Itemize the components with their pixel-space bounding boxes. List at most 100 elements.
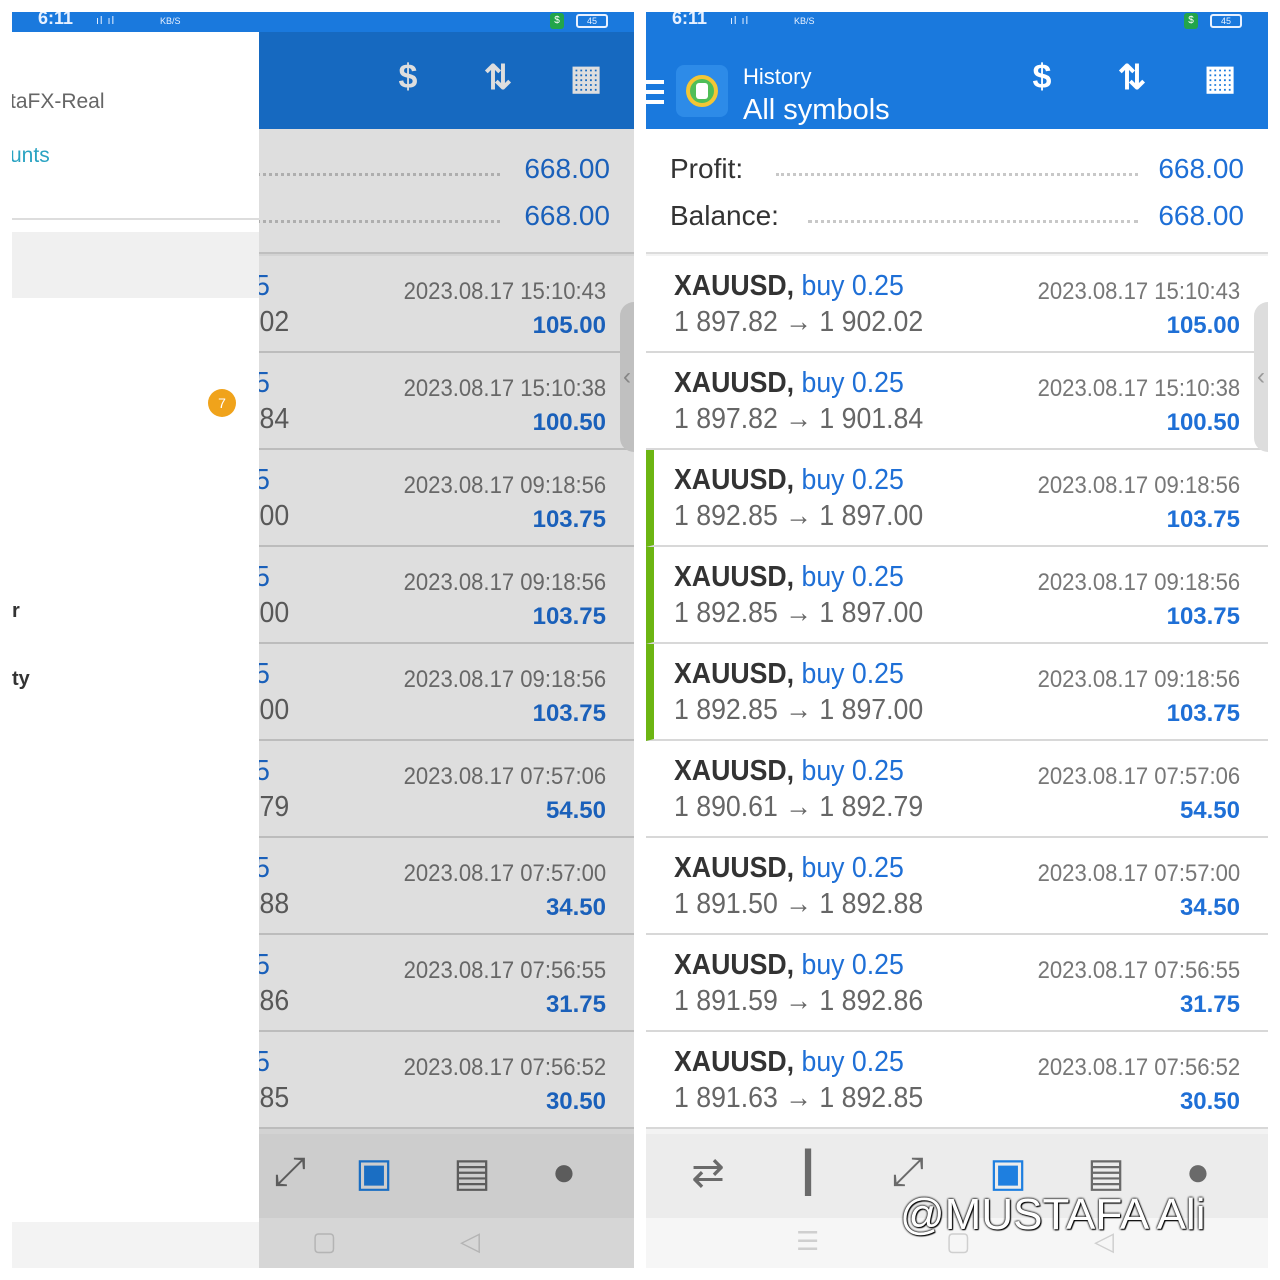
network-speed: KB/S [160, 16, 181, 26]
trade-profit: 100.50 [1166, 409, 1240, 436]
trade-prices: 1 890.61 → 1 892.79 [674, 791, 924, 823]
menu-icon[interactable] [646, 80, 664, 110]
edge-panel-handle[interactable]: ‹ [620, 302, 634, 452]
sort-icon[interactable]: ⇅ [1108, 58, 1156, 98]
trade-prices: 1 897.82 → 1 902.02 [674, 306, 924, 338]
trade-symbol: XAUUSD, buy 0.25 [674, 1046, 904, 1079]
trade-row[interactable]: XAUUSD, buy 0.251 890.61 → 1 892.792023.… [646, 741, 1268, 838]
trade-prices: 1 892.85 → 1 897.00 [259, 694, 290, 726]
left-phone-screenshot: $ ⇅ ▦ 668.00 668.00 XAUUSD, buy 0.25 1 89… [12, 12, 634, 1268]
trade-row[interactable]: XAUUSD, buy 0.25 1 892.85 → 1 897.00 2023.… [259, 450, 634, 547]
chat-icon[interactable]: ● [536, 1150, 592, 1202]
status-bar: 6:11 ıl ıl KB/S $ 45 [646, 12, 1268, 32]
symbol-name: XAUUSD, [674, 1046, 795, 1078]
trade-prices: 1 891.50 → 1 892.88 [259, 888, 290, 920]
trade-prices: 1 897.82 → 1 902.02 [259, 306, 290, 338]
trade-type: buy 0.25 [801, 658, 904, 690]
trade-profit: 31.75 [1179, 991, 1240, 1018]
drawer-item-label[interactable]: ty [12, 668, 30, 691]
trade-time: 2023.08.17 07:56:52 [403, 1054, 606, 1081]
trade-row[interactable]: XAUUSD, buy 0.251 891.63 → 1 892.852023.… [259, 1032, 634, 1129]
trade-row[interactable]: XAUUSD, buy 0.251 892.85 → 1 897.002023.… [259, 547, 634, 644]
trade-profit: 31.75 [545, 991, 606, 1018]
trade-time: 2023.08.17 09:18:56 [1037, 472, 1240, 499]
back-icon[interactable]: ◁ [460, 1226, 480, 1257]
trade-symbol: XAUUSD, buy 0.25 [674, 755, 904, 788]
trade-profit: 103.75 [1166, 603, 1240, 630]
trade-icon[interactable]: ⤢ [262, 1150, 318, 1202]
dot-leader [259, 220, 500, 223]
watermark-text: @MUSTAFA Ali [900, 1190, 1206, 1239]
trade-row[interactable]: XAUUSD, buy 0.251 897.82 → 1 902.022023.… [646, 256, 1268, 353]
trade-profit: 30.50 [545, 1088, 606, 1115]
trade-prices: 1 891.63 → 1 892.85 [674, 1082, 924, 1114]
dollar-exchange-icon[interactable]: $ [1018, 58, 1066, 97]
trade-time: 2023.08.17 09:18:56 [1037, 666, 1240, 693]
news-icon[interactable]: ▤ [444, 1150, 500, 1202]
trade-row[interactable]: XAUUSD, buy 0.251 891.50 → 1 892.882023.… [259, 838, 634, 935]
trade-time: 2023.08.17 09:18:56 [403, 569, 606, 596]
trade-row[interactable]: XAUUSD, buy 0.251 897.82 → 1 901.842023.… [646, 353, 1268, 450]
trade-row[interactable]: XAUUSD, buy 0.251 897.82 → 1 901.842023.… [259, 353, 634, 450]
trade-row[interactable]: XAUUSD, buy 0.251 891.59 → 1 892.862023.… [646, 935, 1268, 1032]
trade-row[interactable]: XAUUSD, buy 0.251 897.82 → 1 902.022023.… [259, 256, 634, 353]
dollar-exchange-icon[interactable]: $ [384, 58, 432, 97]
history-icon[interactable]: ▣ [346, 1150, 402, 1202]
trade-prices: 1 892.85 → 1 897.00 [259, 500, 290, 532]
trade-row[interactable]: XAUUSD, buy 0.251 891.50 → 1 892.882023.… [646, 838, 1268, 935]
trade-time: 2023.08.17 07:57:00 [1037, 860, 1240, 887]
calendar-icon[interactable]: ▦ [562, 58, 610, 98]
trade-row[interactable]: XAUUSD, buy 0.251 892.85 → 1 897.002023.… [646, 547, 1268, 644]
trade-time: 2023.08.17 15:10:43 [1037, 278, 1240, 305]
trade-profit: 34.50 [545, 894, 606, 921]
screen-title: History [743, 64, 812, 89]
dot-leader [776, 173, 1138, 176]
balance-row: Balance: 668.00 [670, 196, 1244, 236]
app-bar: $ ⇅ ▦ [259, 32, 634, 129]
trade-time: 2023.08.17 09:18:56 [403, 472, 606, 499]
trade-symbol: XAUUSD, buy 0.25 [259, 464, 270, 497]
trade-profit: 54.50 [1179, 797, 1240, 824]
menu-icon[interactable]: ☰ [796, 1226, 819, 1257]
trade-row[interactable]: XAUUSD, buy 0.251 892.85 → 1 897.002023.… [259, 644, 634, 741]
balance-label: Balance: [670, 200, 779, 231]
trade-profit: 100.50 [532, 409, 606, 436]
screenshot-collage: $ ⇅ ▦ 668.00 668.00 XAUUSD, buy 0.251 89… [0, 0, 1280, 1280]
trade-row[interactable]: XAUUSD, buy 0.251 892.85 → 1 897.002023.… [646, 450, 1268, 547]
trade-row[interactable]: XAUUSD, buy 0.251 892.85 → 1 897.002023.… [646, 644, 1268, 741]
network-speed: KB/S [794, 16, 815, 26]
trade-type: buy 0.25 [801, 949, 904, 981]
chart-icon[interactable]: ┃ [780, 1150, 836, 1202]
trade-type: buy 0.25 [801, 755, 904, 787]
profit-row: 668.00 [259, 149, 610, 189]
drawer-item-label[interactable]: r [12, 600, 20, 623]
drawer-selected-item[interactable] [12, 232, 259, 298]
trade-type: buy 0.25 [259, 1046, 270, 1078]
edge-panel-handle[interactable]: ‹ [1254, 302, 1268, 452]
symbol-filter[interactable]: All symbols [743, 94, 890, 127]
trade-time: 2023.08.17 09:18:56 [403, 666, 606, 693]
trade-prices: 1 897.82 → 1 901.84 [259, 403, 290, 435]
home-icon[interactable]: ▢ [312, 1226, 337, 1257]
system-nav-bar: ☰ ▢ ◁ [259, 1218, 634, 1268]
manage-accounts-link[interactable]: unts [12, 144, 50, 168]
symbol-name: XAUUSD, [674, 464, 795, 496]
calendar-icon[interactable]: ▦ [1196, 58, 1244, 98]
trade-profit: 105.00 [1166, 312, 1240, 339]
trade-time: 2023.08.17 09:18:56 [1037, 569, 1240, 596]
trade-row[interactable]: XAUUSD, buy 0.251 890.61 → 1 892.792023.… [259, 741, 634, 838]
trade-symbol: XAUUSD, buy 0.25 [259, 561, 270, 594]
trade-type: buy 0.25 [259, 658, 270, 690]
symbol-name: XAUUSD, [674, 949, 795, 981]
trade-symbol: XAUUSD, buy 0.25 [674, 464, 904, 497]
trade-prices: 1 897.82 → 1 901.84 [674, 403, 924, 435]
account-name: taFX-Real [12, 90, 105, 113]
trade-row[interactable]: XAUUSD, buy 0.251 891.63 → 1 892.852023.… [646, 1032, 1268, 1129]
trade-row[interactable]: XAUUSD, buy 0.251 891.59 → 1 892.862023.… [259, 935, 634, 1032]
trade-symbol: XAUUSD, buy 0.25 [259, 852, 270, 885]
sort-icon[interactable]: ⇅ [474, 58, 522, 98]
profit-row: Profit: 668.00 [670, 149, 1244, 189]
profit-label: Profit: [670, 153, 744, 184]
quotes-icon[interactable]: ⇄ [680, 1150, 736, 1202]
trade-type: buy 0.25 [801, 270, 904, 302]
